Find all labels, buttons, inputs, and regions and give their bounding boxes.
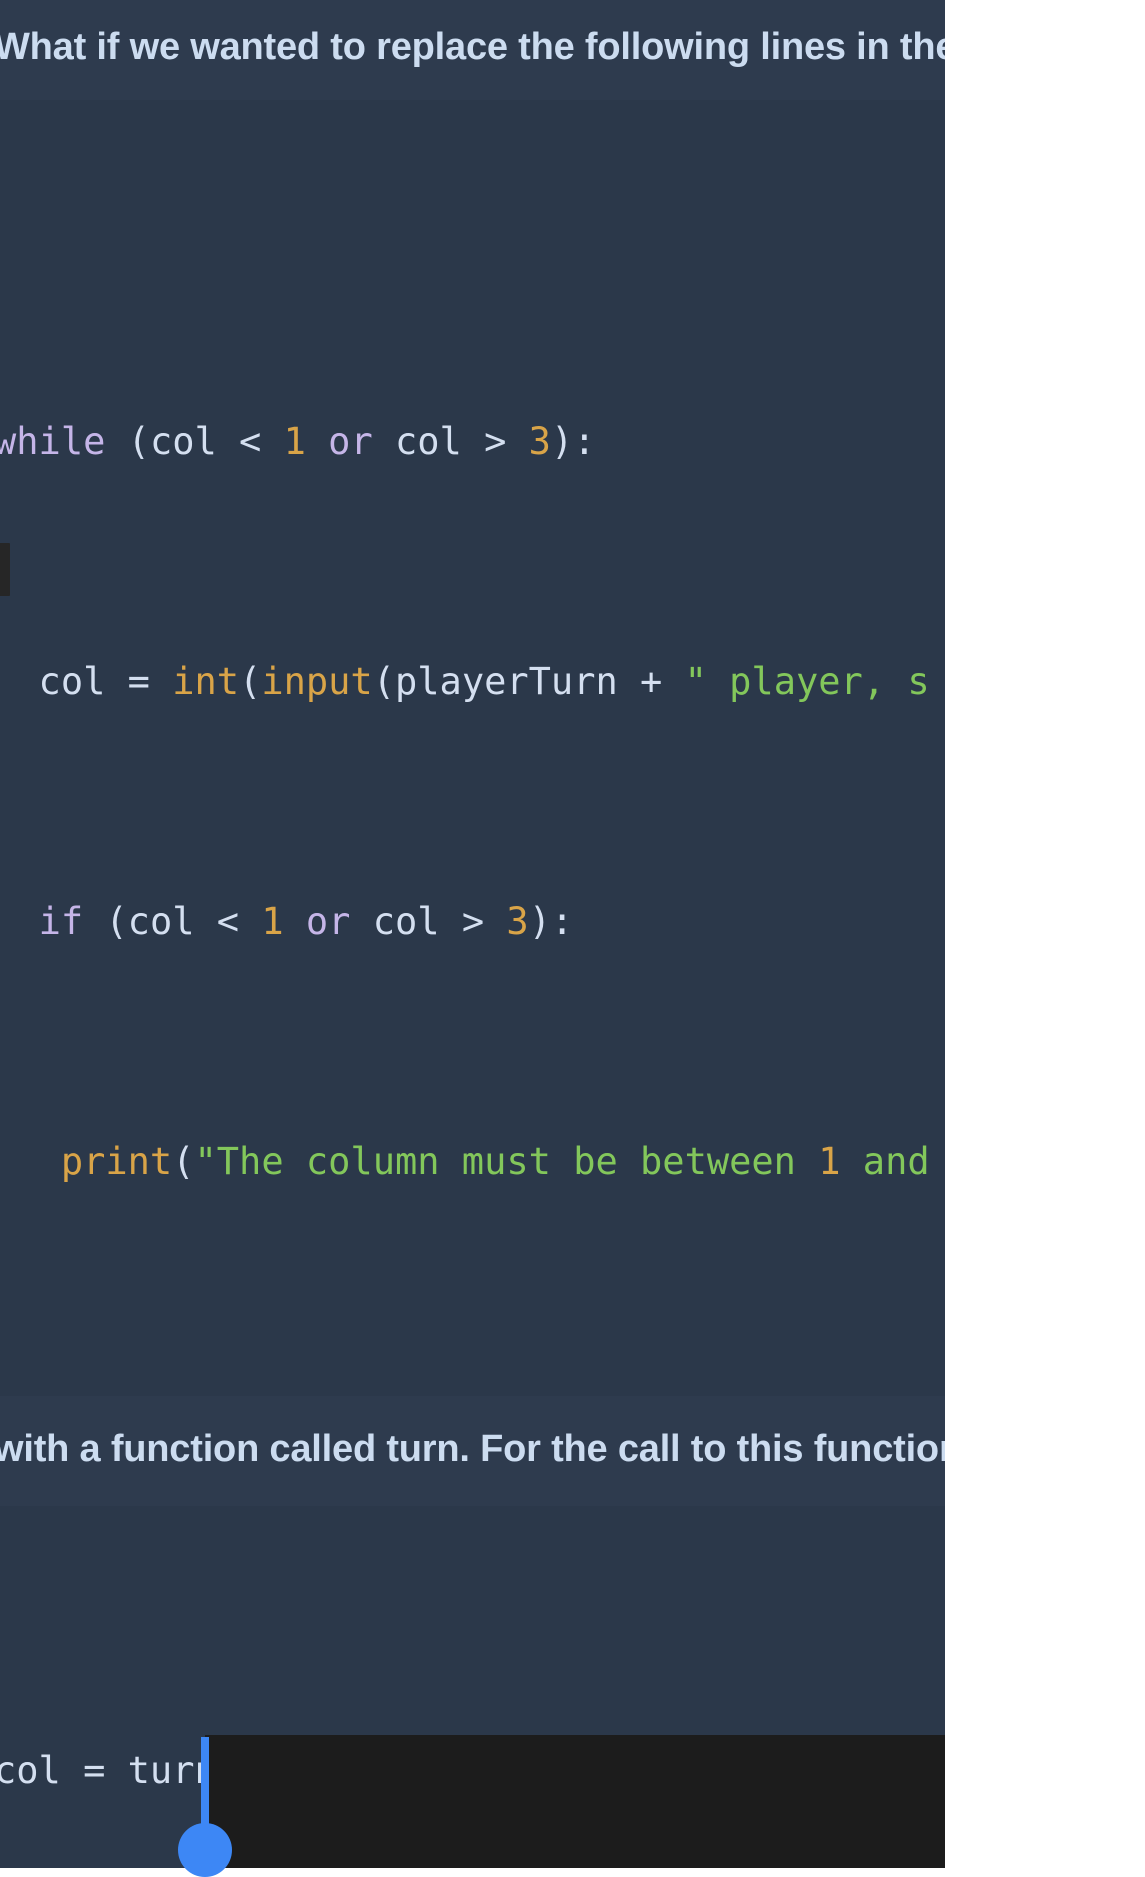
code-token-plain: col = xyxy=(0,660,173,703)
code-line: while (col < 1 or col > 3): xyxy=(0,412,945,472)
code-token-keyword: or xyxy=(328,420,373,463)
middle-paragraph: with a function called turn. For the cal… xyxy=(0,1428,945,1470)
code-token-number: 3 xyxy=(506,900,529,943)
code-token-plain: col > xyxy=(372,420,529,463)
code-token-string: "The column must be between xyxy=(194,1140,819,1183)
intro-paragraph: What if we wanted to replace the followi… xyxy=(0,26,945,68)
code-token-number: 1 xyxy=(818,1140,841,1183)
horizontal-scrollbar-thumb[interactable] xyxy=(0,543,10,596)
code-token-plain: ( xyxy=(172,1140,195,1183)
code-token-keyword: or xyxy=(305,900,351,943)
code-token-string: and xyxy=(840,1140,930,1183)
code-line: col = int(input(playerTurn + " player, s xyxy=(0,652,945,712)
code-token-function: int xyxy=(172,660,240,703)
code-token-number: 3 xyxy=(528,420,551,463)
code-token-plain: ( xyxy=(239,660,262,703)
code-line: if (col < 1 or col > 3): xyxy=(0,892,945,952)
code-token-function: print xyxy=(60,1140,173,1183)
middle-paragraph-block: with a function called turn. For the cal… xyxy=(0,1396,945,1506)
code-token-function: input xyxy=(261,660,373,703)
code-token-keyword: while xyxy=(0,420,106,463)
code-token-number: 1 xyxy=(283,420,306,463)
code-token-plain: ): xyxy=(550,420,596,463)
article-content: What if we wanted to replace the followi… xyxy=(0,0,945,1868)
code-token-plain: ): xyxy=(528,900,574,943)
code-line: print("The column must be between 1 and xyxy=(0,1132,945,1192)
code-token-plain: (col < xyxy=(83,900,262,943)
code-block-original-lines[interactable]: while (col < 1 or col > 3): col = int(in… xyxy=(0,100,945,1396)
text-caret-handle[interactable] xyxy=(178,1823,232,1877)
text-caret[interactable] xyxy=(201,1737,209,1835)
code-token-plain: (playerTurn + xyxy=(372,660,685,703)
page-right-margin xyxy=(945,0,1145,1868)
article-viewport[interactable]: What if we wanted to replace the followi… xyxy=(0,0,945,1868)
code-token-plain: col > xyxy=(350,900,507,943)
code-token-number: 1 xyxy=(261,900,284,943)
code-token-keyword: if xyxy=(38,900,84,943)
code-token-string: " player, s xyxy=(684,660,930,703)
intro-paragraph-block: What if we wanted to replace the followi… xyxy=(0,0,945,100)
code-token-plain: (col < xyxy=(105,420,284,463)
bottom-overlay-panel xyxy=(205,1735,945,1868)
